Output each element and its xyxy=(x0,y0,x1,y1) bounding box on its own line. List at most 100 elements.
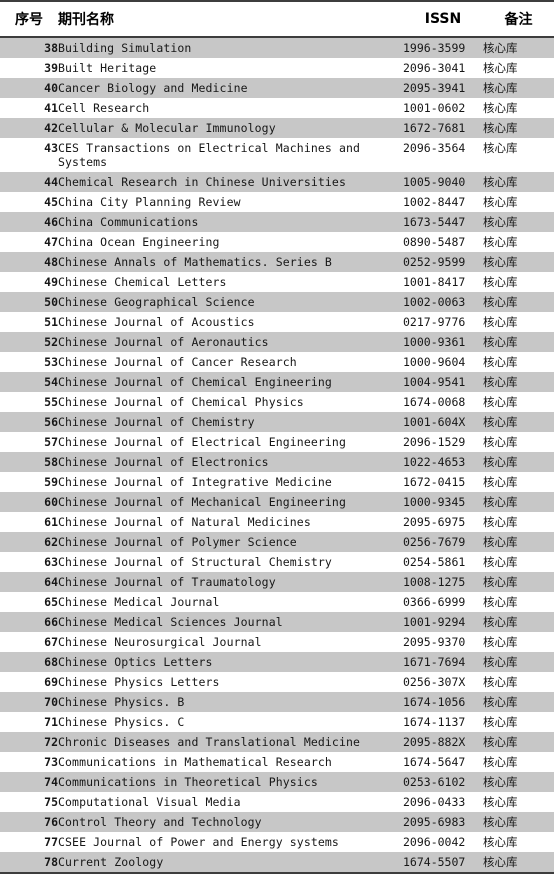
cell-remark: 核心库 xyxy=(483,118,554,138)
cell-issn: 2095-6975 xyxy=(403,512,483,532)
column-header-name: 期刊名称 xyxy=(58,0,403,38)
cell-serial-number: 46 xyxy=(0,212,58,232)
cell-issn: 0252-9599 xyxy=(403,252,483,272)
cell-issn: 2096-1529 xyxy=(403,432,483,452)
cell-remark: 核心库 xyxy=(483,492,554,512)
cell-issn: 0256-7679 xyxy=(403,532,483,552)
cell-remark: 核心库 xyxy=(483,58,554,78)
table-body: 38 Building Simulation 1996-3599 核心库 39 Built… xyxy=(0,37,554,874)
cell-journal-name: Building Simulation xyxy=(58,37,403,58)
table-row: 75 Computational Visual Media 2096-0433 核心库 xyxy=(0,792,554,812)
cell-journal-name: Chinese Physics. B xyxy=(58,692,403,712)
table-row: 69 Chinese Physics Letters 0256-307X 核心库 xyxy=(0,672,554,692)
column-header-remark: 备注 xyxy=(483,0,554,38)
cell-issn: 2096-3564 xyxy=(403,138,483,172)
cell-journal-name: China Ocean Engineering xyxy=(58,232,403,252)
cell-journal-name: Chinese Journal of Chemical Physics xyxy=(58,392,403,412)
cell-journal-name: Chemical Research in Chinese Universitie… xyxy=(58,172,403,192)
cell-serial-number: 77 xyxy=(0,832,58,852)
cell-issn: 1000-9361 xyxy=(403,332,483,352)
cell-remark: 核心库 xyxy=(483,37,554,58)
cell-issn: 0217-9776 xyxy=(403,312,483,332)
cell-issn: 1672-0415 xyxy=(403,472,483,492)
cell-serial-number: 62 xyxy=(0,532,58,552)
cell-journal-name: Chinese Neurosurgical Journal xyxy=(58,632,403,652)
table-row: 58 Chinese Journal of Electronics 1022-465… xyxy=(0,452,554,472)
cell-serial-number: 72 xyxy=(0,732,58,752)
cell-serial-number: 42 xyxy=(0,118,58,138)
cell-remark: 核心库 xyxy=(483,292,554,312)
cell-issn: 1000-9345 xyxy=(403,492,483,512)
cell-issn: 0890-5487 xyxy=(403,232,483,252)
cell-issn: 1001-9294 xyxy=(403,612,483,632)
cell-issn: 1000-9604 xyxy=(403,352,483,372)
table-row: 53 Chinese Journal of Cancer Research 1000… xyxy=(0,352,554,372)
cell-serial-number: 43 xyxy=(0,138,58,172)
cell-issn: 0366-6999 xyxy=(403,592,483,612)
cell-issn: 1001-0602 xyxy=(403,98,483,118)
cell-journal-name: Chinese Journal of Traumatology xyxy=(58,572,403,592)
cell-journal-name: Chinese Journal of Chemical Engineering xyxy=(58,372,403,392)
cell-serial-number: 66 xyxy=(0,612,58,632)
cell-serial-number: 63 xyxy=(0,552,58,572)
cell-journal-name: Chinese Journal of Aeronautics xyxy=(58,332,403,352)
cell-serial-number: 65 xyxy=(0,592,58,612)
table-row: 64 Chinese Journal of Traumatology 1008-12… xyxy=(0,572,554,592)
cell-issn: 2096-0433 xyxy=(403,792,483,812)
cell-issn: 1674-0068 xyxy=(403,392,483,412)
cell-remark: 核心库 xyxy=(483,652,554,672)
cell-remark: 核心库 xyxy=(483,552,554,572)
table-row: 63 Chinese Journal of Structural Chemistr… xyxy=(0,552,554,572)
table-row: 43 CES Transactions on Electrical Machine… xyxy=(0,138,554,172)
table-row: 49 Chinese Chemical Letters 1001-8417 核心库 xyxy=(0,272,554,292)
cell-serial-number: 54 xyxy=(0,372,58,392)
cell-issn: 1674-1137 xyxy=(403,712,483,732)
cell-issn: 2095-3941 xyxy=(403,78,483,98)
cell-serial-number: 76 xyxy=(0,812,58,832)
cell-issn: 1001-604X xyxy=(403,412,483,432)
table-row: 70 Chinese Physics. B 1674-1056 核心库 xyxy=(0,692,554,712)
cell-journal-name: Computational Visual Media xyxy=(58,792,403,812)
cell-journal-name: Cellular & Molecular Immunology xyxy=(58,118,403,138)
cell-serial-number: 50 xyxy=(0,292,58,312)
cell-remark: 核心库 xyxy=(483,572,554,592)
table-row: 62 Chinese Journal of Polymer Science 0256… xyxy=(0,532,554,552)
cell-remark: 核心库 xyxy=(483,192,554,212)
cell-remark: 核心库 xyxy=(483,312,554,332)
cell-issn: 2096-0042 xyxy=(403,832,483,852)
cell-journal-name: Chinese Chemical Letters xyxy=(58,272,403,292)
column-header-issn: ISSN xyxy=(403,0,483,38)
cell-issn: 2096-3041 xyxy=(403,58,483,78)
cell-journal-name: Chinese Journal of Integrative Medicine xyxy=(58,472,403,492)
cell-remark: 核心库 xyxy=(483,732,554,752)
table-row: 55 Chinese Journal of Chemical Physics 167… xyxy=(0,392,554,412)
cell-serial-number: 41 xyxy=(0,98,58,118)
cell-issn: 0256-307X xyxy=(403,672,483,692)
cell-remark: 核心库 xyxy=(483,772,554,792)
cell-journal-name: Chinese Physics. C xyxy=(58,712,403,732)
table-row: 38 Building Simulation 1996-3599 核心库 xyxy=(0,37,554,58)
cell-remark: 核心库 xyxy=(483,332,554,352)
cell-journal-name: Chinese Journal of Acoustics xyxy=(58,312,403,332)
table-row: 67 Chinese Neurosurgical Journal 2095-9370… xyxy=(0,632,554,652)
cell-issn: 1671-7694 xyxy=(403,652,483,672)
cell-serial-number: 70 xyxy=(0,692,58,712)
cell-journal-name: Cell Research xyxy=(58,98,403,118)
cell-journal-name: Chinese Journal of Electronics xyxy=(58,452,403,472)
table-row: 51 Chinese Journal of Acoustics 0217-9776 核… xyxy=(0,312,554,332)
table-row: 40 Cancer Biology and Medicine 2095-3941 核心… xyxy=(0,78,554,98)
table-row: 77 CSEE Journal of Power and Energy syste… xyxy=(0,832,554,852)
cell-journal-name: Chinese Journal of Structural Chemistry xyxy=(58,552,403,572)
cell-issn: 1673-5447 xyxy=(403,212,483,232)
cell-remark: 核心库 xyxy=(483,672,554,692)
cell-serial-number: 67 xyxy=(0,632,58,652)
cell-remark: 核心库 xyxy=(483,98,554,118)
cell-remark: 核心库 xyxy=(483,532,554,552)
cell-remark: 核心库 xyxy=(483,592,554,612)
cell-remark: 核心库 xyxy=(483,752,554,772)
cell-serial-number: 61 xyxy=(0,512,58,532)
cell-journal-name: China City Planning Review xyxy=(58,192,403,212)
table-row: 54 Chinese Journal of Chemical Engineerin… xyxy=(0,372,554,392)
table-row: 66 Chinese Medical Sciences Journal 1001-9… xyxy=(0,612,554,632)
cell-remark: 核心库 xyxy=(483,212,554,232)
